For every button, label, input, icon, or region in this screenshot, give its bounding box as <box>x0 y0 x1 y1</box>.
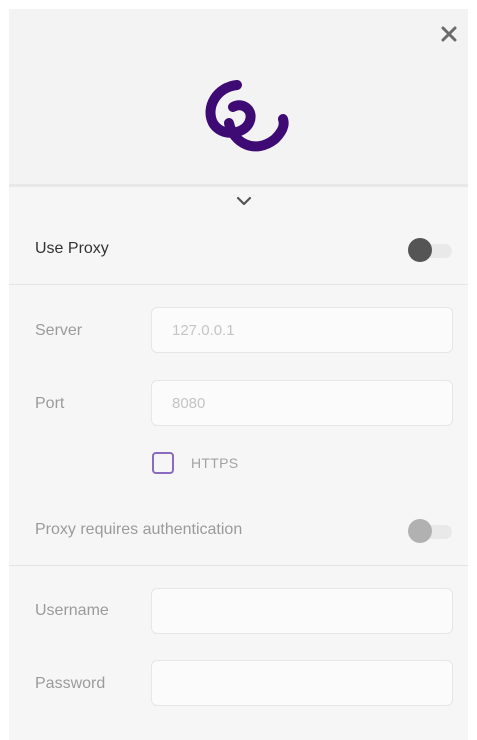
swirl-logo-icon <box>205 80 289 152</box>
https-checkbox[interactable] <box>152 452 174 474</box>
port-label: Port <box>35 395 65 412</box>
use-proxy-label: Use Proxy <box>35 240 109 257</box>
close-icon[interactable] <box>438 23 460 45</box>
divider <box>9 284 468 285</box>
password-input[interactable] <box>151 660 453 706</box>
toggle-knob <box>408 519 432 543</box>
https-label: HTTPS <box>191 455 239 471</box>
toggle-knob <box>408 238 432 262</box>
use-proxy-toggle[interactable] <box>408 238 454 262</box>
divider <box>9 565 468 566</box>
chevron-down-icon[interactable] <box>232 192 256 210</box>
username-label: Username <box>35 602 109 619</box>
requires-auth-label: Proxy requires authentication <box>35 521 243 538</box>
password-label: Password <box>35 675 106 692</box>
panel-header <box>9 9 468 187</box>
requires-auth-toggle[interactable] <box>408 519 454 543</box>
proxy-settings-panel: Use Proxy Server Port HTTPS Proxy requir… <box>9 9 468 740</box>
server-label: Server <box>35 322 83 339</box>
username-input[interactable] <box>151 588 453 634</box>
server-input[interactable] <box>151 307 453 353</box>
port-input[interactable] <box>151 380 453 426</box>
